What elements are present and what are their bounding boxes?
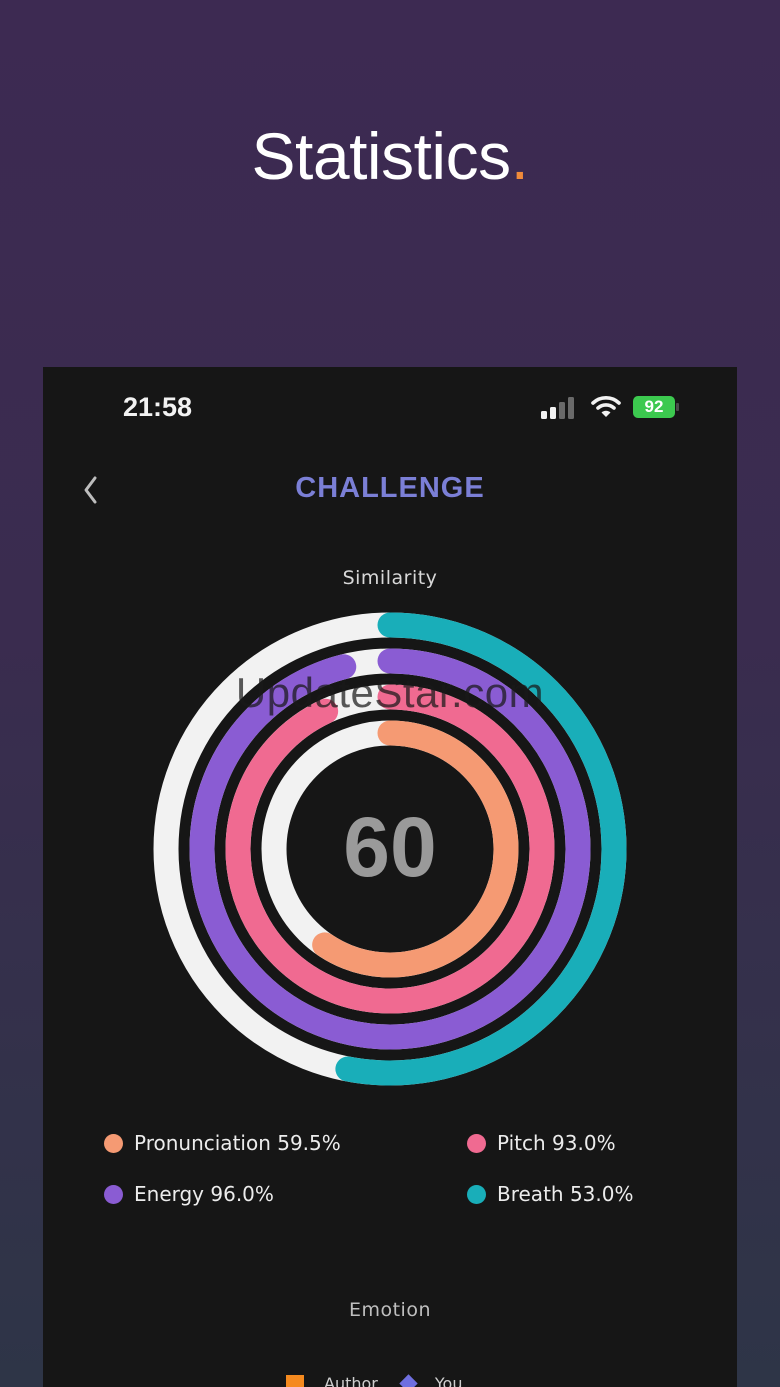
legend-swatch xyxy=(467,1184,486,1204)
legend-label: Pronunciation 59.5% xyxy=(134,1131,341,1155)
watermark-text: UpdateStar.com xyxy=(235,669,545,716)
legend-label: Breath 53.0% xyxy=(497,1182,634,1206)
legend-swatch xyxy=(104,1184,123,1204)
you-marker-icon xyxy=(399,1374,418,1387)
legend-label: Pitch 93.0% xyxy=(497,1131,616,1155)
similarity-ring-chart xyxy=(153,612,627,1086)
legend-breath: Breath 53.0% xyxy=(467,1182,633,1206)
emotion-label: Emotion xyxy=(348,1299,432,1321)
similarity-score: 60 xyxy=(343,800,437,894)
phone-screen: 21:58 92 CHALLENGE Similarity 60 UpdateS… xyxy=(43,367,737,1387)
legend-pitch: Pitch 93.0% xyxy=(467,1131,616,1155)
you-label: You xyxy=(434,1374,463,1387)
author-label: Author xyxy=(324,1374,378,1387)
legend-swatch xyxy=(104,1133,123,1153)
legend-label: Energy 96.0% xyxy=(134,1182,274,1206)
legend-energy: Energy 96.0% xyxy=(104,1182,274,1206)
headline-text: Statistics xyxy=(251,119,512,193)
page-headline: Statistics. xyxy=(0,118,780,194)
author-marker-icon xyxy=(286,1374,304,1387)
headline-accent-dot: . xyxy=(510,119,529,193)
legend-pronunciation: Pronunciation 59.5% xyxy=(104,1131,341,1155)
emotion-legend: Author You xyxy=(286,1374,462,1387)
legend-swatch xyxy=(467,1133,486,1153)
